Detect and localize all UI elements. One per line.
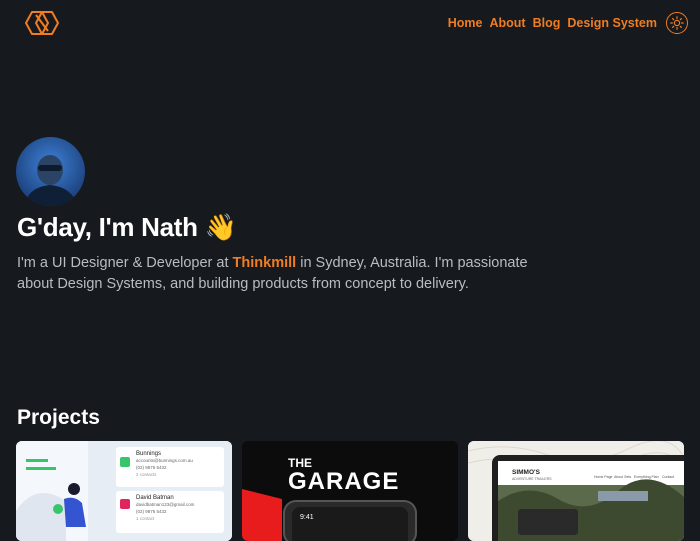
nav-design-system[interactable]: Design System — [567, 16, 657, 30]
contact2-email: davidbatman123@gmail.com — [136, 502, 195, 507]
project-thumbnail: Bunnings accounts@bunnings.com.au (02) 9… — [16, 441, 232, 541]
theme-toggle-button[interactable] — [666, 12, 688, 34]
nav-home[interactable]: Home — [448, 16, 483, 30]
intro-text: I'm a UI Designer & Developer at Thinkmi… — [17, 253, 557, 295]
sun-icon — [670, 16, 684, 30]
main-nav: Home About Blog Design System — [441, 12, 688, 34]
contact2-name: David Batman — [136, 495, 174, 501]
contact1-email: accounts@bunnings.com.au — [136, 458, 193, 463]
simmos-nav-0: Home Page — [594, 475, 613, 479]
contact1-sub: 2 contacts — [136, 472, 157, 477]
simmos-site-sub: ADVENTURE TRAILERS — [512, 477, 552, 481]
contact2-phone: (02) 9876 5432 — [136, 509, 167, 514]
page-title: G'day, I'm Nath 👋 — [17, 212, 237, 242]
project-card-simmos[interactable]: SIMMO'S ADVENTURE TRAILERS Home Page Abo… — [468, 441, 684, 541]
simmos-site-title: SIMMO'S — [512, 469, 541, 476]
project-thumbnail: SIMMO'S ADVENTURE TRAILERS Home Page Abo… — [468, 441, 684, 541]
simmos-nav-1: About Sets — [614, 475, 631, 479]
project-thumbnail: THE GARAGE 9:41 — [242, 441, 458, 541]
simmos-nav-2: Everything Plan — [634, 475, 659, 479]
nav-blog[interactable]: Blog — [533, 16, 561, 30]
nav-about[interactable]: About — [489, 16, 525, 30]
project-card-bunnings[interactable]: Bunnings accounts@bunnings.com.au (02) 9… — [16, 441, 232, 541]
logo-icon[interactable] — [24, 10, 60, 36]
contact2-sub: 1 contact — [136, 516, 155, 521]
projects-heading: Projects — [17, 406, 100, 429]
project-card-the-garage[interactable]: THE GARAGE 9:41 — [242, 441, 458, 541]
avatar — [16, 137, 85, 206]
intro-text-start: I'm a UI Designer & Developer at — [17, 255, 233, 271]
simmos-nav-3: Contact — [662, 475, 674, 479]
contact1-phone: (02) 9876 5432 — [136, 465, 167, 470]
phone-time: 9:41 — [300, 514, 314, 521]
company-link[interactable]: Thinkmill — [233, 255, 297, 271]
garage-brand-main: GARAGE — [288, 468, 399, 495]
contact1-name: Bunnings — [136, 451, 161, 457]
